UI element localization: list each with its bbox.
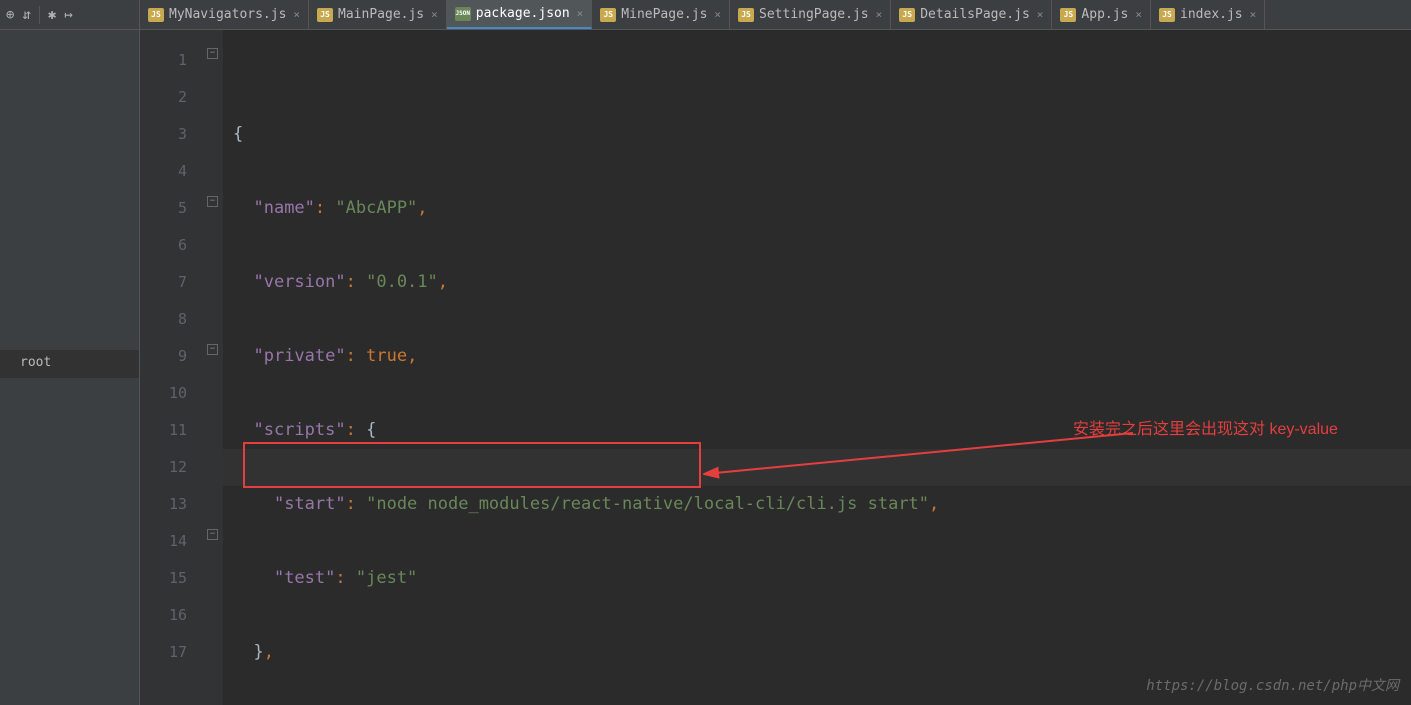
tab-mynavigators[interactable]: JS MyNavigators.js × <box>140 0 309 29</box>
line-number: 13 <box>140 486 187 523</box>
js-file-icon: JS <box>600 8 616 22</box>
js-file-icon: JS <box>317 8 333 22</box>
close-icon[interactable]: × <box>714 8 721 21</box>
tab-label: SettingPage.js <box>759 7 869 22</box>
tab-index[interactable]: JS index.js × <box>1151 0 1265 29</box>
close-icon[interactable]: × <box>1135 8 1142 21</box>
tab-label: package.json <box>476 6 570 21</box>
line-number: 12 <box>140 449 187 486</box>
close-icon[interactable]: × <box>1037 8 1044 21</box>
tree-node-root[interactable]: root <box>0 352 59 373</box>
tab-label: index.js <box>1180 7 1243 22</box>
fold-toggle-icon[interactable]: − <box>207 196 218 207</box>
fold-toggle-icon[interactable]: − <box>207 529 218 540</box>
line-gutter: 1 2 3 4 5 6 7 8 9 10 11 12 13 14 15 16 1… <box>140 30 205 705</box>
js-file-icon: JS <box>148 8 164 22</box>
line-number: 6 <box>140 227 187 264</box>
line-number: 9 <box>140 338 187 375</box>
tab-settingpage[interactable]: JS SettingPage.js × <box>730 0 891 29</box>
line-number: 15 <box>140 560 187 597</box>
separator <box>39 6 40 24</box>
js-file-icon: JS <box>738 8 754 22</box>
line-number: 11 <box>140 412 187 449</box>
line-number: 2 <box>140 79 187 116</box>
js-file-icon: JS <box>899 8 915 22</box>
js-file-icon: JS <box>1159 8 1175 22</box>
line-number: 16 <box>140 597 187 634</box>
tab-label: MyNavigators.js <box>169 7 286 22</box>
line-number: 10 <box>140 375 187 412</box>
line-number: 4 <box>140 153 187 190</box>
editor-area: JS MyNavigators.js × JS MainPage.js × JSON pa… <box>140 0 1411 705</box>
line-number: 5 <box>140 190 187 227</box>
tab-label: App.js <box>1081 7 1128 22</box>
code-editor[interactable]: 1 2 3 4 5 6 7 8 9 10 11 12 13 14 15 16 1… <box>140 30 1411 705</box>
js-file-icon: JS <box>1060 8 1076 22</box>
close-icon[interactable]: × <box>1250 8 1257 21</box>
line-number: 8 <box>140 301 187 338</box>
code-content[interactable]: { "name": "AbcAPP", "version": "0.0.1", … <box>223 30 1411 705</box>
tree-label: root <box>20 355 51 370</box>
line-number: 1 <box>140 42 187 79</box>
gear-icon[interactable]: ✱ <box>48 7 56 23</box>
watermark: https://blog.csdn.net/php中文网 <box>1146 675 1399 695</box>
close-icon[interactable]: × <box>431 8 438 21</box>
tab-label: MainPage.js <box>338 7 424 22</box>
close-icon[interactable]: × <box>293 8 300 21</box>
tab-minepage[interactable]: JS MinePage.js × <box>592 0 730 29</box>
line-number: 14 <box>140 523 187 560</box>
close-icon[interactable]: × <box>577 7 584 20</box>
hide-icon[interactable]: ↦ <box>64 7 72 23</box>
current-line-highlight <box>223 449 1411 486</box>
fold-toggle-icon[interactable]: − <box>207 344 218 355</box>
json-file-icon: JSON <box>455 7 471 21</box>
project-tree[interactable]: root <box>0 30 139 38</box>
collapse-icon[interactable]: ⇵ <box>22 7 30 23</box>
tab-detailspage[interactable]: JS DetailsPage.js × <box>891 0 1052 29</box>
line-number: 3 <box>140 116 187 153</box>
target-icon[interactable]: ⊕ <box>6 7 14 23</box>
project-toolbar: ⊕ ⇵ ✱ ↦ <box>0 0 139 30</box>
tab-label: MinePage.js <box>621 7 707 22</box>
annotation-text: 安装完之后这里会出现这对 key-value <box>1073 411 1338 448</box>
close-icon[interactable]: × <box>876 8 883 21</box>
tab-app[interactable]: JS App.js × <box>1052 0 1151 29</box>
line-number: 7 <box>140 264 187 301</box>
project-tool-window[interactable]: ⊕ ⇵ ✱ ↦ root <box>0 0 140 705</box>
tab-package-json[interactable]: JSON package.json × <box>447 0 593 29</box>
line-number: 17 <box>140 634 187 671</box>
fold-gutter: − − − − <box>205 30 223 705</box>
tab-label: DetailsPage.js <box>920 7 1030 22</box>
fold-toggle-icon[interactable]: − <box>207 48 218 59</box>
tab-mainpage[interactable]: JS MainPage.js × <box>309 0 447 29</box>
editor-tabs: JS MyNavigators.js × JS MainPage.js × JSON pa… <box>140 0 1411 30</box>
